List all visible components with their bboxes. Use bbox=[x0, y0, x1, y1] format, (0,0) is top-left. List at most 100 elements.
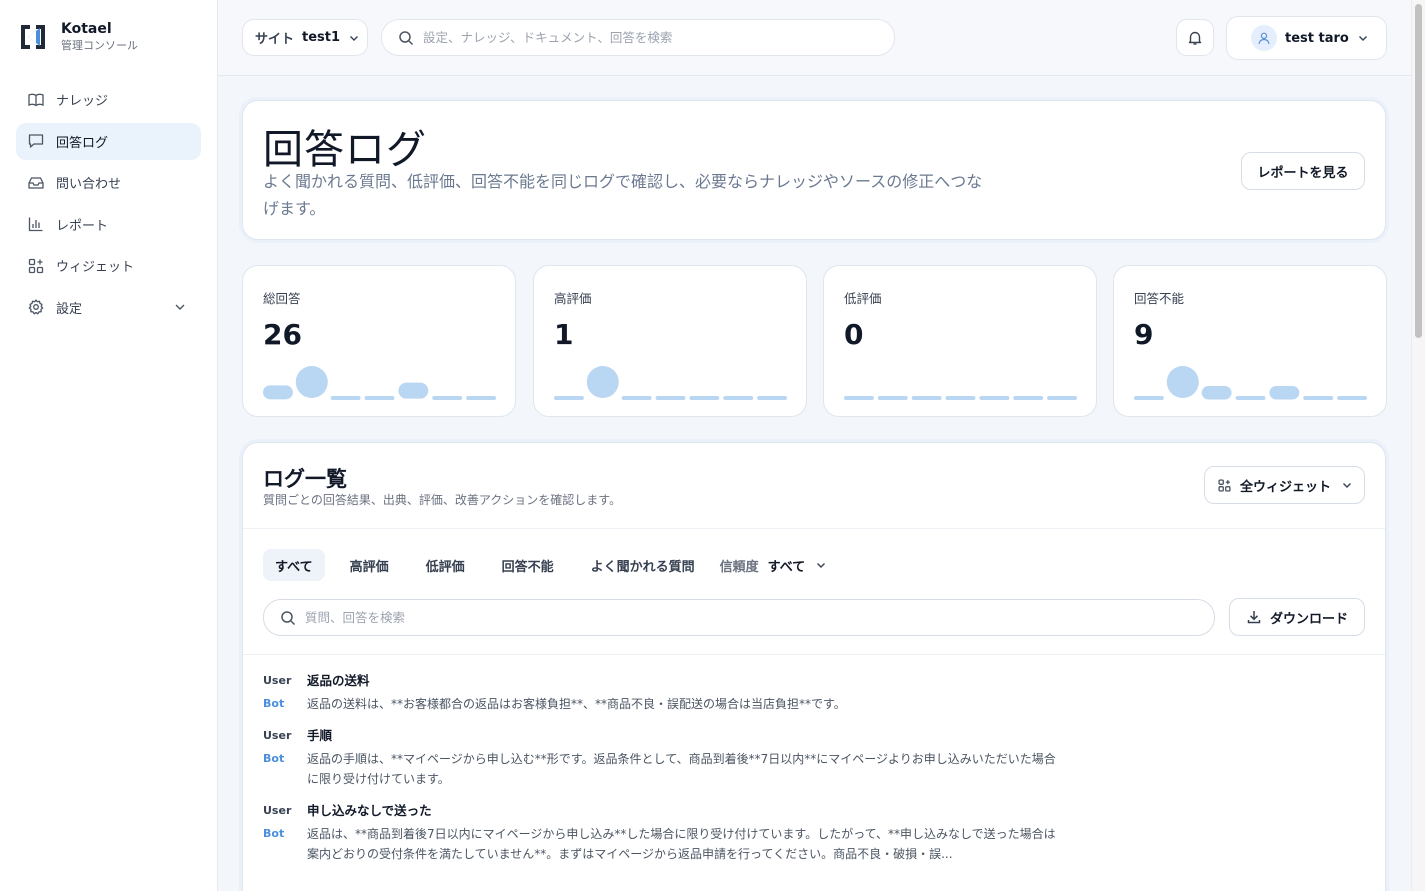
stat-sparkline bbox=[263, 366, 496, 400]
gear-icon bbox=[28, 299, 44, 315]
brand[interactable]: Kotael 管理コンソール bbox=[18, 21, 138, 53]
log-list-header: ログ一覧 質問ごとの回答結果、出典、評価、改善アクションを確認します。 全ウィジ… bbox=[243, 443, 1385, 529]
stat-value: 9 bbox=[1134, 318, 1154, 351]
bar-chart-icon bbox=[28, 217, 43, 232]
chevron-down-icon bbox=[817, 563, 826, 568]
bell-icon bbox=[1188, 31, 1202, 45]
sparkline-mark bbox=[554, 396, 584, 400]
sidebar-item-knowledge[interactable]: ナレッジ bbox=[16, 81, 201, 118]
stat-card-total: 総回答 26 bbox=[242, 265, 516, 417]
site-value: test1 bbox=[302, 30, 341, 45]
confidence-value: すべて bbox=[767, 559, 806, 575]
sparkline-mark bbox=[1303, 396, 1334, 400]
chat-icon bbox=[28, 134, 44, 148]
log-search-input[interactable] bbox=[305, 610, 1146, 625]
tab-unanswerable[interactable]: 回答不能 bbox=[490, 549, 566, 581]
user-role-label: User bbox=[263, 729, 292, 742]
log-entry[interactable]: User 返品の送料 Bot 返品の送料は、**お客様都合の返品はお客様負担**、*… bbox=[263, 671, 1365, 714]
sidebar-item-label: ウィジェット bbox=[56, 260, 135, 275]
stat-card-unanswerable: 回答不能 9 bbox=[1113, 265, 1387, 417]
log-question: 返品の送料 bbox=[307, 673, 370, 688]
sparkline-mark bbox=[1047, 396, 1077, 400]
sidebar-item-label: 設定 bbox=[56, 301, 83, 317]
stat-card-positive: 高評価 1 bbox=[533, 265, 807, 417]
chevron-down-icon bbox=[1358, 36, 1367, 41]
sparkline-mark bbox=[466, 396, 496, 400]
tab-positive[interactable]: 高評価 bbox=[338, 549, 401, 581]
sparkline-mark bbox=[263, 385, 293, 400]
notifications-button[interactable] bbox=[1176, 19, 1214, 56]
log-filter-tabs: すべて 高評価 低評価 回答不能 よく聞かれる質問 信頼度 すべて bbox=[263, 549, 827, 581]
page-scrollbar[interactable] bbox=[1411, 0, 1425, 891]
log-filters: すべて 高評価 低評価 回答不能 よく聞かれる質問 信頼度 すべて ダウンロード bbox=[243, 529, 1385, 655]
brand-subtitle: 管理コンソール bbox=[61, 39, 138, 52]
sparkline-mark bbox=[1134, 396, 1164, 400]
widgets-icon bbox=[28, 258, 44, 273]
user-role-label: User bbox=[263, 674, 292, 687]
global-search-input[interactable] bbox=[423, 30, 870, 45]
log-answer: 返品の送料は、**お客様都合の返品はお客様負担**、**商品不良・誤配送の場合は… bbox=[307, 697, 846, 711]
widget-filter-select[interactable]: 全ウィジェット bbox=[1204, 466, 1365, 504]
log-list-panel: ログ一覧 質問ごとの回答結果、出典、評価、改善アクションを確認します。 全ウィジ… bbox=[242, 442, 1386, 891]
sparkline-mark bbox=[979, 396, 1010, 400]
sidebar-item-label: ナレッジ bbox=[56, 94, 109, 109]
stat-label: 総回答 bbox=[263, 291, 301, 306]
download-button[interactable]: ダウンロード bbox=[1229, 598, 1365, 636]
sidebar-item-label: 問い合わせ bbox=[56, 177, 122, 192]
confidence-filter[interactable]: 信頼度 すべて bbox=[720, 556, 828, 575]
sparkline-mark bbox=[364, 396, 395, 400]
sparkline-mark bbox=[1201, 386, 1232, 400]
sparkline-mark bbox=[1235, 396, 1266, 400]
sparkline-mark bbox=[1269, 386, 1300, 400]
stat-value: 26 bbox=[263, 318, 302, 351]
stat-value: 0 bbox=[844, 318, 864, 351]
sidebar-nav: ナレッジ 回答ログ 問い合わせ レポート ウィジェット 設定 bbox=[16, 81, 201, 330]
sparkline-mark bbox=[295, 366, 328, 398]
sidebar-item-inquiries[interactable]: 問い合わせ bbox=[16, 164, 201, 201]
sparkline-mark bbox=[1166, 366, 1199, 398]
tab-frequent-questions[interactable]: よく聞かれる質問 bbox=[579, 549, 707, 581]
stat-label: 回答不能 bbox=[1134, 291, 1185, 306]
sidebar-item-answer-log[interactable]: 回答ログ bbox=[16, 122, 201, 160]
log-entry[interactable]: User 手順 Bot 返品の手順は、**マイページから申し込む**形です。返品条件… bbox=[263, 726, 1365, 789]
sidebar-item-widgets[interactable]: ウィジェット bbox=[16, 247, 201, 284]
widget-filter-value: 全ウィジェット bbox=[1240, 479, 1332, 495]
sidebar-item-label: レポート bbox=[56, 218, 109, 234]
log-list-title: ログ一覧 bbox=[263, 467, 347, 491]
inbox-icon bbox=[28, 176, 44, 189]
sidebar-item-settings[interactable]: 設定 bbox=[16, 289, 201, 326]
log-search[interactable] bbox=[263, 599, 1215, 636]
sparkline-mark bbox=[1013, 396, 1044, 400]
user-name: test taro bbox=[1285, 30, 1349, 46]
page-title: 回答ログ bbox=[263, 127, 427, 173]
sparkline-mark bbox=[432, 396, 463, 400]
log-entry[interactable]: User 申し込みなしで送った Bot 返品は、**商品到着後7日以内にマイページか… bbox=[263, 801, 1365, 864]
log-list-subtitle: 質問ごとの回答結果、出典、評価、改善アクションを確認します。 bbox=[263, 493, 622, 507]
sidebar-item-reports[interactable]: レポート bbox=[16, 206, 201, 243]
sparkline-mark bbox=[911, 396, 942, 400]
scrollbar-thumb[interactable] bbox=[1415, 4, 1422, 338]
sidebar-item-label: 回答ログ bbox=[56, 135, 109, 151]
tab-negative[interactable]: 低評価 bbox=[414, 549, 477, 581]
view-report-button[interactable]: レポートを見る bbox=[1241, 152, 1365, 190]
chevron-down-icon bbox=[350, 35, 359, 41]
tab-all[interactable]: すべて bbox=[263, 549, 325, 581]
sparkline-mark bbox=[877, 396, 908, 400]
stat-label: 高評価 bbox=[554, 291, 592, 306]
user-icon bbox=[1258, 32, 1270, 45]
user-menu[interactable]: test taro bbox=[1226, 16, 1387, 60]
global-search[interactable] bbox=[381, 19, 895, 56]
sparkline-mark bbox=[689, 396, 720, 400]
bot-role-label: Bot bbox=[263, 827, 285, 840]
sidebar: Kotael 管理コンソール ナレッジ 回答ログ 問い合わせ レポート ウィジェ… bbox=[0, 0, 218, 891]
site-selector[interactable]: サイト test1 bbox=[242, 19, 368, 56]
chevron-down-icon[interactable] bbox=[173, 300, 187, 314]
stat-card-negative: 低評価 0 bbox=[823, 265, 1097, 417]
download-label: ダウンロード bbox=[1269, 611, 1348, 627]
sparkline-mark bbox=[621, 396, 652, 400]
stat-sparkline bbox=[1134, 366, 1367, 400]
bot-role-label: Bot bbox=[263, 697, 285, 710]
sparkline-mark bbox=[1337, 396, 1367, 400]
stat-sparkline bbox=[844, 396, 1077, 400]
site-label: サイト bbox=[255, 32, 295, 47]
